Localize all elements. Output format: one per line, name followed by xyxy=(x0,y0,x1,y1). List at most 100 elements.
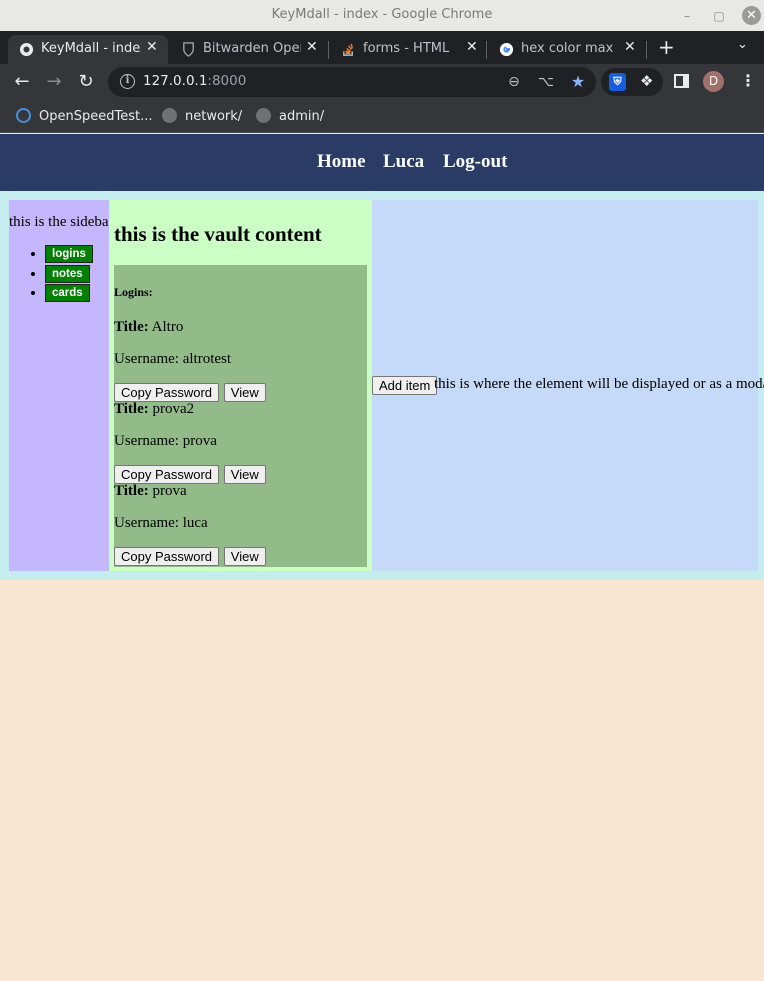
entry-title: Title: prova xyxy=(114,483,187,500)
tab-strip: KeyMdall - index ✕ Bitwarden Open ✕ form… xyxy=(0,31,764,64)
tab-keymdall[interactable]: KeyMdall - index ✕ xyxy=(8,35,168,64)
view-button[interactable]: View xyxy=(223,383,266,402)
copy-password-button[interactable]: Copy Password xyxy=(114,383,220,402)
browser-toolbar: ← → ↻ i 127.0.0.1:8000 ⊖ ⌥ ★ ⛨ ❖ D ⋮ xyxy=(0,64,764,101)
sidebar: this is the sidebar logins notes cards xyxy=(9,200,114,571)
entry-title: Title: prova2 xyxy=(114,401,194,418)
sidebar-text: this is the sidebar xyxy=(9,214,114,230)
url-host: 127.0.0.1 xyxy=(143,73,208,89)
globe-icon xyxy=(19,42,34,57)
stackoverflow-icon xyxy=(343,43,353,56)
tab-bitwarden[interactable]: Bitwarden Open ✕ xyxy=(170,35,328,64)
bitwarden-shield-icon xyxy=(183,42,194,57)
web-page: Home Luca Log-out this is the sidebar lo… xyxy=(0,134,764,981)
address-bar[interactable]: i 127.0.0.1:8000 ⊖ ⌥ ★ xyxy=(108,67,596,97)
close-tab-icon[interactable]: ✕ xyxy=(466,39,478,55)
copy-password-button[interactable]: Copy Password xyxy=(114,465,220,484)
tab-label: KeyMdall - index xyxy=(41,41,141,56)
close-tab-icon[interactable]: ✕ xyxy=(624,39,636,55)
title-value: prova xyxy=(152,483,187,499)
site-navbar: Home Luca Log-out xyxy=(0,134,764,191)
entry-actions: Copy Password View xyxy=(114,465,267,484)
bookmark-admin[interactable]: admin/ xyxy=(256,108,324,124)
vault-content: this is the vault content Logins: Title:… xyxy=(109,200,372,571)
bookmark-star-icon[interactable]: ★ xyxy=(568,72,588,92)
title-label: Title: xyxy=(114,401,149,417)
title-label: Title: xyxy=(114,319,149,335)
extensions-puzzle-icon[interactable]: ❖ xyxy=(640,72,653,90)
vault-heading: this is the vault content xyxy=(114,222,322,246)
nav-user-link[interactable]: Luca xyxy=(383,151,424,173)
notes-button[interactable]: notes xyxy=(45,264,90,283)
bitwarden-extension-icon[interactable]: ⛨ xyxy=(609,73,626,91)
url-text[interactable]: 127.0.0.1:8000 xyxy=(143,73,246,89)
url-port: :8000 xyxy=(207,73,247,89)
tab-label: Bitwarden Open xyxy=(203,41,301,56)
nav-logout-link[interactable]: Log-out xyxy=(443,151,507,173)
logins-section: Logins: Title: Altro Username: altrotest… xyxy=(114,265,367,567)
reload-icon[interactable]: ↻ xyxy=(74,71,98,93)
username-label: Username: xyxy=(114,351,183,367)
username-label: Username: xyxy=(114,515,183,531)
add-item-button[interactable]: Add item xyxy=(372,376,438,395)
tab-label: hex color max le xyxy=(521,41,613,56)
sidebar-item-notes: notes xyxy=(45,264,93,284)
new-tab-plus-icon[interactable]: + xyxy=(658,35,675,59)
bookmark-openspeedtest[interactable]: OpenSpeedTest... xyxy=(16,108,152,124)
entry-username: Username: altrotest xyxy=(114,351,231,368)
title-value: Altro xyxy=(151,319,184,335)
close-window-icon[interactable]: ✕ xyxy=(742,6,761,25)
close-tab-icon[interactable]: ✕ xyxy=(306,39,318,55)
site-info-icon[interactable]: i xyxy=(120,74,135,89)
nav-home-link[interactable]: Home xyxy=(317,151,366,173)
view-button[interactable]: View xyxy=(223,547,266,566)
entry-title: Title: Altro xyxy=(114,319,183,336)
window-title: KeyMdall - index - Google Chrome xyxy=(271,7,493,22)
logins-button[interactable]: logins xyxy=(45,245,93,263)
copy-password-button[interactable]: Copy Password xyxy=(114,547,220,566)
profile-avatar[interactable]: D xyxy=(703,71,724,92)
detail-panel: Add item this is where the element will … xyxy=(372,200,764,571)
bookmark-network[interactable]: network/ xyxy=(162,108,242,124)
tab-separator xyxy=(646,41,647,59)
google-icon xyxy=(499,42,514,57)
share-icon[interactable]: ⌥ xyxy=(536,72,556,92)
maximize-icon[interactable]: ▢ xyxy=(710,7,728,25)
side-panel-icon[interactable] xyxy=(674,74,689,88)
view-button[interactable]: View xyxy=(223,465,266,484)
window-title-bar: KeyMdall - index - Google Chrome – ▢ ✕ xyxy=(0,0,764,31)
tab-label: forms - HTML St xyxy=(363,41,453,56)
tab-search-chevron-icon[interactable]: ⌄ xyxy=(737,37,748,52)
minimize-icon[interactable]: – xyxy=(678,7,696,25)
entry-username: Username: prova xyxy=(114,433,217,450)
back-arrow-icon[interactable]: ← xyxy=(10,71,34,93)
forward-arrow-icon[interactable]: → xyxy=(42,71,66,93)
title-value: prova2 xyxy=(152,401,195,417)
close-tab-icon[interactable]: ✕ xyxy=(146,39,158,55)
tab-stackoverflow[interactable]: forms - HTML St ✕ xyxy=(330,35,486,64)
sidebar-list: logins notes cards xyxy=(45,244,93,303)
globe-icon xyxy=(256,108,271,123)
cards-button[interactable]: cards xyxy=(45,284,90,302)
username-value: luca xyxy=(182,515,208,531)
openspeedtest-icon xyxy=(16,108,31,123)
detail-placeholder-text: this is where the element will be displa… xyxy=(434,376,764,392)
tab-separator xyxy=(328,41,329,59)
entry-actions: Copy Password View xyxy=(114,547,267,566)
main-wrapper: this is the sidebar logins notes cards t… xyxy=(0,191,764,580)
username-value: prova xyxy=(182,433,217,449)
bookmark-label: network/ xyxy=(185,109,243,124)
zoom-out-icon[interactable]: ⊖ xyxy=(504,72,524,92)
bookmarks-bar: OpenSpeedTest... network/ admin/ xyxy=(0,101,764,133)
chrome-menu-icon[interactable]: ⋮ xyxy=(740,71,756,90)
tab-google[interactable]: hex color max le ✕ xyxy=(488,35,644,64)
sidebar-item-logins: logins xyxy=(45,244,93,264)
tab-separator xyxy=(486,41,487,59)
entry-username: Username: luca xyxy=(114,515,208,532)
title-label: Title: xyxy=(114,483,149,499)
username-value: altrotest xyxy=(182,351,232,367)
bookmark-label: OpenSpeedTest... xyxy=(39,109,153,124)
logins-label: Logins: xyxy=(114,285,153,299)
entry-actions: Copy Password View xyxy=(114,383,267,402)
bookmark-label: admin/ xyxy=(279,109,325,124)
